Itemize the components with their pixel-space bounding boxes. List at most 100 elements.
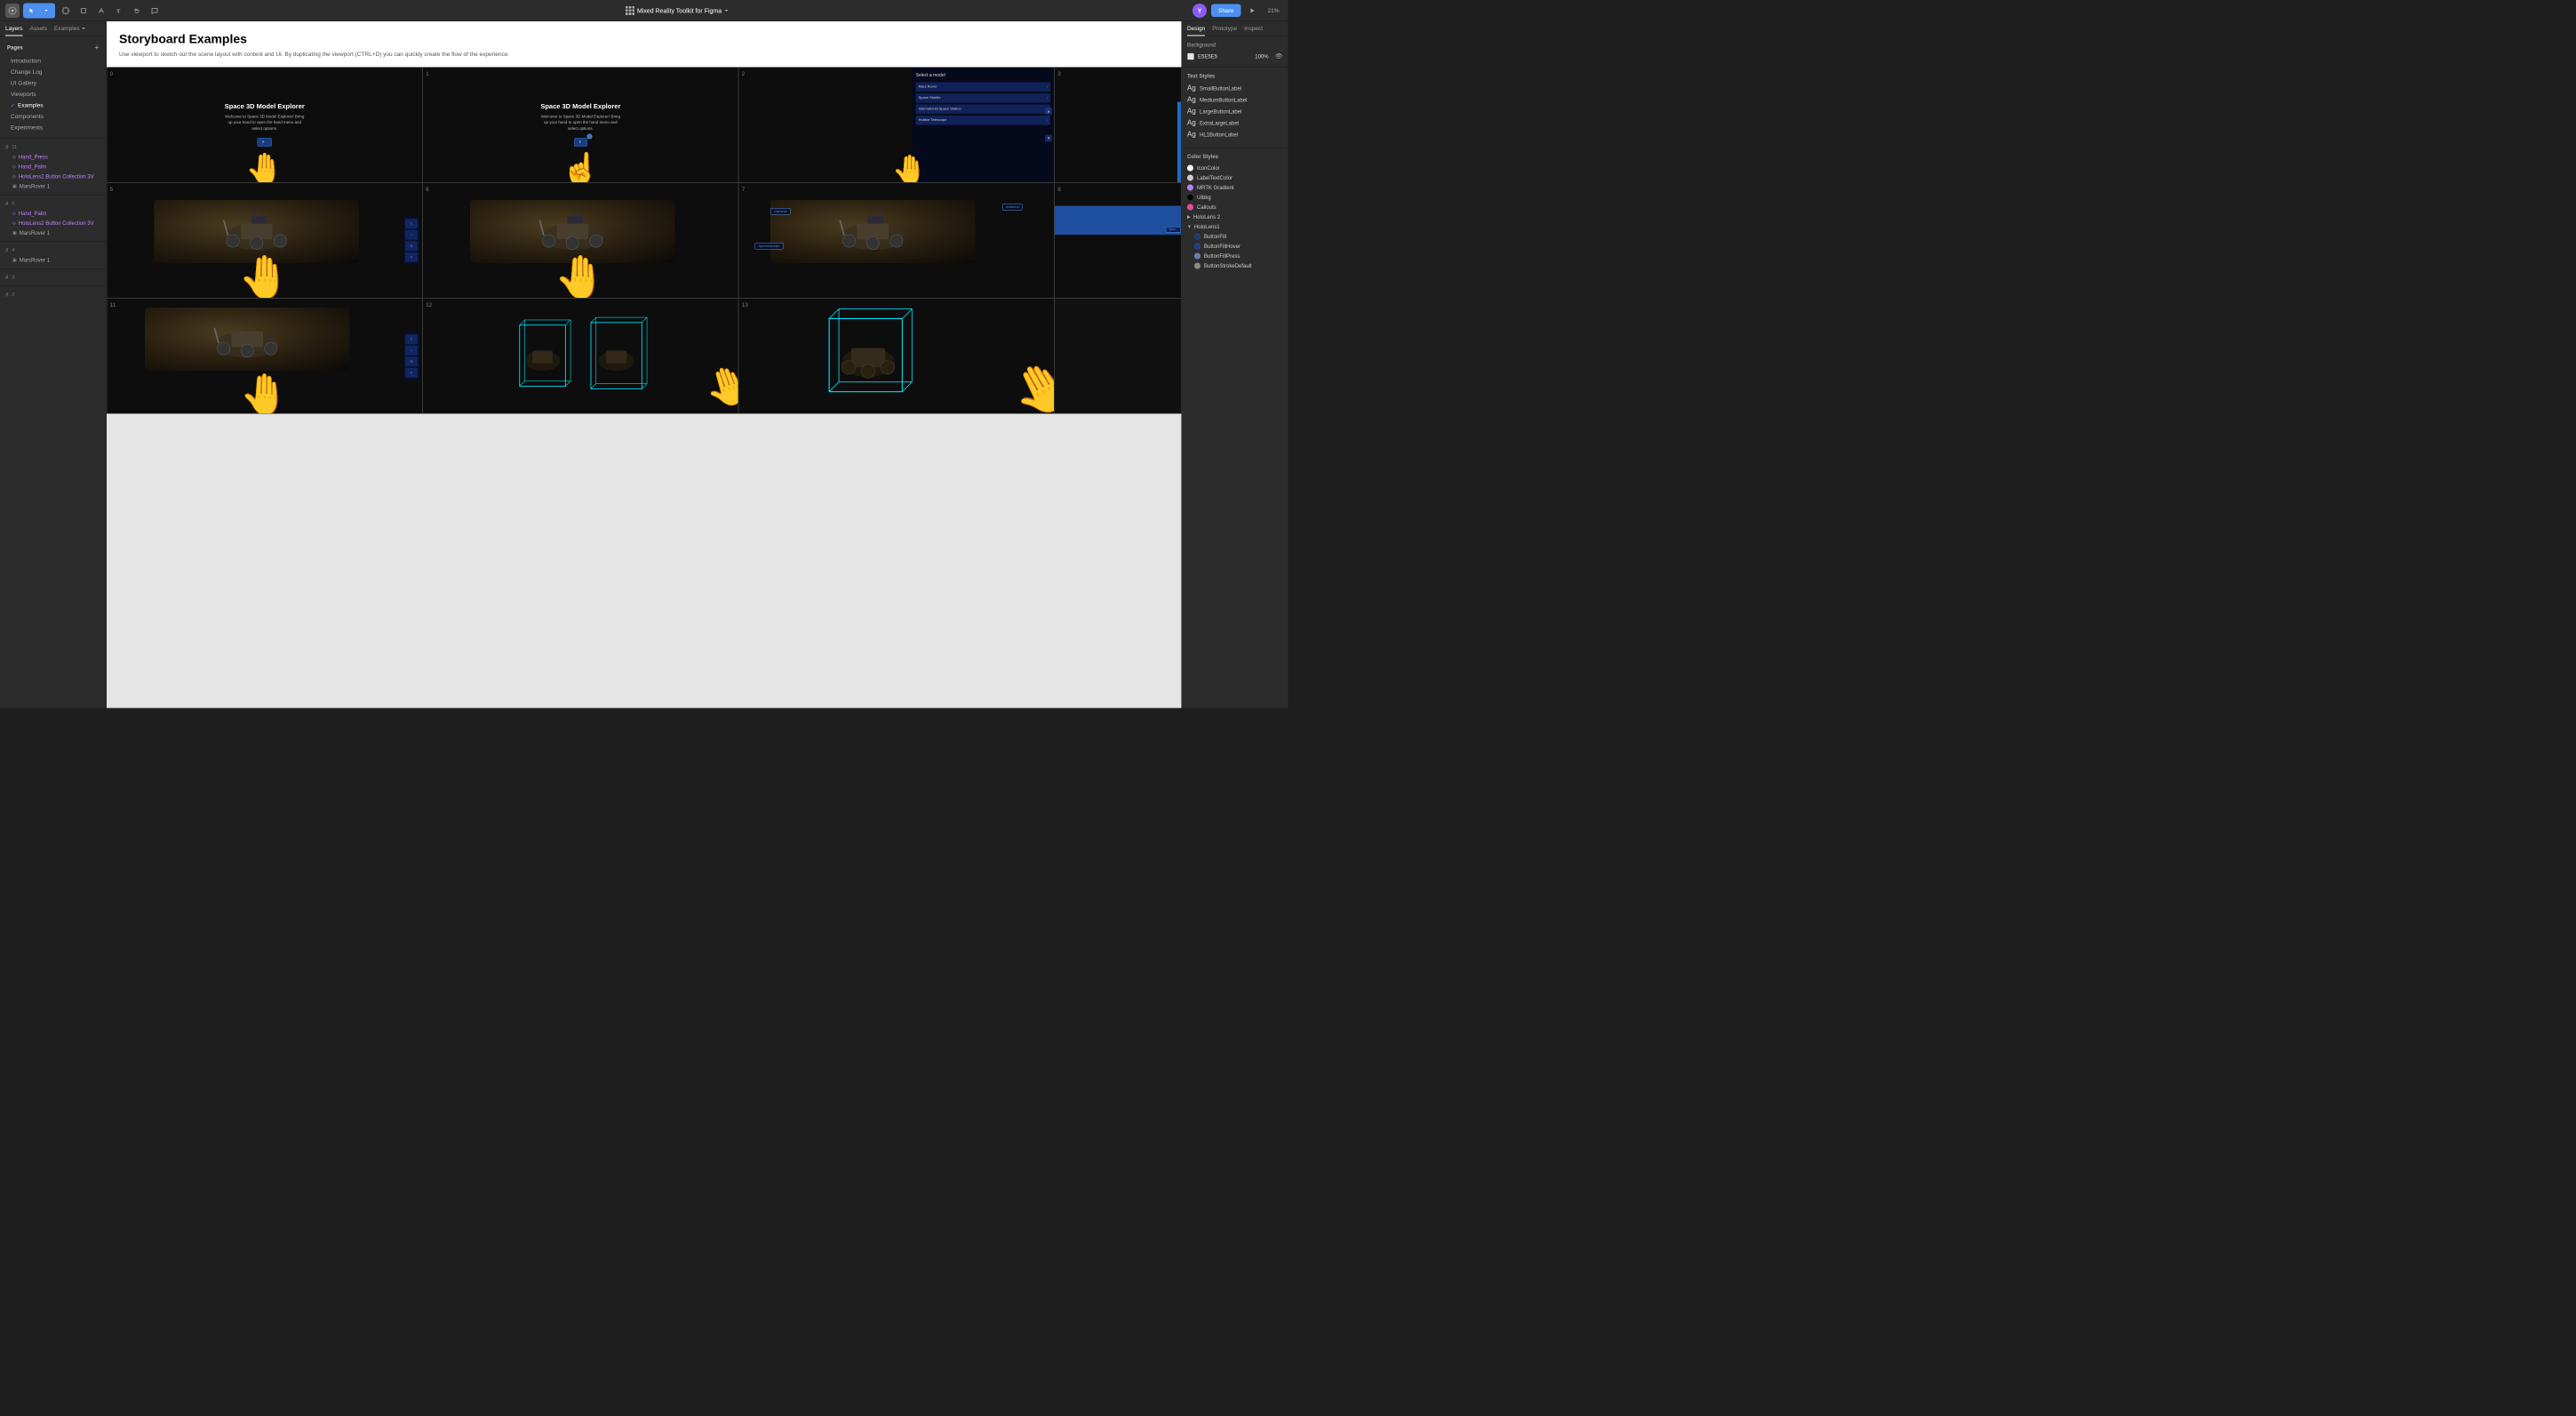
color-button-fill-press[interactable]: ButtonFillPress	[1194, 252, 1283, 261]
zoom-level[interactable]: 21%	[1264, 5, 1282, 16]
mini-btn-5-1[interactable]: ≡	[405, 219, 418, 228]
color-name-callouts: Callouts	[1197, 204, 1216, 211]
intro-button-1[interactable]	[574, 138, 587, 147]
group-arrow-2: ▶	[1187, 214, 1191, 220]
cell-number-0: 0	[110, 70, 114, 77]
cell-number-5: 5	[110, 186, 114, 193]
color-button-fill[interactable]: ButtonFill	[1194, 232, 1283, 242]
mini-btn-11-2[interactable]: ○	[405, 346, 418, 356]
style-medium-button-label[interactable]: Ag MediumButtonLabel	[1187, 94, 1283, 106]
storyboard-cell-7: 7	[738, 182, 1055, 298]
mini-btn-5-4[interactable]: ≡	[405, 252, 418, 262]
cell-number-1: 1	[426, 70, 429, 77]
shape-tool[interactable]	[76, 4, 91, 18]
color-button-stroke[interactable]: ButtonStrokeDefault	[1194, 261, 1283, 271]
page-ui-gallery[interactable]: UI Gallery	[7, 77, 100, 89]
mini-btn-5-3[interactable]: ⊕	[405, 241, 418, 251]
tab-design[interactable]: Design	[1187, 25, 1205, 36]
scroll-up-2[interactable]: ▲	[1045, 108, 1052, 115]
style-name-3: LargeButtonLabel	[1200, 108, 1241, 115]
color-callouts[interactable]: Callouts	[1187, 203, 1283, 212]
model-arrow-1: ›	[1047, 84, 1049, 90]
intro-button-0[interactable]	[258, 138, 273, 147]
layer-hand-press[interactable]: ◇ Hand_Press	[0, 152, 107, 162]
rover-svg-11	[145, 308, 349, 371]
comment-tool[interactable]	[148, 4, 162, 18]
pen-tool[interactable]	[94, 4, 108, 18]
tab-examples[interactable]: Examples	[54, 25, 86, 36]
group-name-2: HoloLens 2	[1193, 214, 1220, 220]
layer-holodlens-5[interactable]: ◇ HoloLens2 Button Collection 3V	[0, 219, 107, 228]
canvas-area[interactable]: Storyboard Examples Use viewport to sket…	[107, 21, 1182, 708]
mini-btn-11-1[interactable]: ≡	[405, 334, 418, 344]
text-tool[interactable]: T	[112, 4, 126, 18]
style-hl1-button-label[interactable]: Ag HL1ButtonLabel	[1187, 129, 1283, 140]
hash-icon-4: #	[5, 247, 8, 253]
layer-hand-palm-11[interactable]: ◇ Hand_Palm	[0, 162, 107, 172]
grid-icon	[626, 6, 634, 15]
tab-prototype[interactable]: Prototype	[1212, 25, 1237, 36]
color-label-text[interactable]: LabelTextColor	[1187, 173, 1283, 183]
frame-tool[interactable]	[59, 4, 73, 18]
layer-group-3-header: # 3	[0, 273, 107, 283]
background-label: Background	[1187, 42, 1283, 48]
page-components[interactable]: Components	[7, 111, 100, 123]
app-logo[interactable]	[5, 4, 20, 18]
right-content: Background E5E5E5 100% 👁 Text Styles Ag …	[1182, 36, 1288, 708]
color-circle-bfp	[1194, 253, 1200, 260]
divider-1	[0, 139, 107, 140]
group-holodlens2[interactable]: ▶ HoloLens 2	[1187, 212, 1283, 222]
bg-color-hex: E5E5E5	[1198, 53, 1217, 60]
model-item-1: Mars Rover ›	[916, 82, 1051, 92]
group-holodlens1-expanded: ButtonFill ButtonFillHover ButtonFillPre…	[1187, 232, 1283, 271]
play-button[interactable]	[1245, 4, 1259, 18]
style-extra-large-label[interactable]: Ag ExtraLargeLabel	[1187, 117, 1283, 129]
visibility-toggle[interactable]: 👁	[1275, 52, 1283, 60]
layer-group-2-header: # 2	[0, 290, 107, 300]
cursor-dropdown[interactable]	[40, 4, 52, 17]
pages-add-button[interactable]: +	[94, 44, 99, 52]
hand-tool[interactable]	[130, 4, 144, 18]
mini-btn-11-4[interactable]: ≡	[405, 368, 418, 378]
color-button-fill-hover[interactable]: ButtonFillHover	[1194, 242, 1283, 252]
model-item-4: Hubble Telescope ›	[916, 116, 1051, 125]
color-uibkg[interactable]: UIbkg	[1187, 193, 1283, 203]
user-avatar[interactable]: Y	[1192, 4, 1207, 18]
tab-layers[interactable]: Layers	[5, 25, 23, 36]
layer-marsrover-5[interactable]: ▣ MarsRover 1	[0, 228, 107, 238]
label-spec-8: Spec...	[1166, 227, 1181, 233]
page-viewports[interactable]: Viewports	[7, 89, 100, 100]
tab-assets[interactable]: Assets	[30, 25, 48, 36]
scene-7-bg: Camera Antenna Spectrometer	[739, 183, 1055, 298]
bg-opacity: 100%	[1255, 53, 1268, 60]
group-holodlens1[interactable]: ▼ HoloLens1	[1187, 222, 1283, 232]
style-name-5: HL1ButtonLabel	[1200, 132, 1238, 138]
color-mrtk-gradient[interactable]: MRTK Gradient	[1187, 183, 1283, 193]
share-button[interactable]: Share	[1211, 4, 1240, 18]
style-small-button-label[interactable]: Ag SmallButtonLabel	[1187, 83, 1283, 94]
layer-hand-palm-5[interactable]: ◇ Hand_Palm	[0, 209, 107, 219]
page-introduction[interactable]: Introduction	[7, 55, 100, 67]
hand-palm-5: 🤚	[238, 252, 291, 298]
mini-btn-5-2[interactable]: ○	[405, 230, 418, 240]
file-name-button[interactable]: Mixed Reality Toolkit for Figma	[621, 4, 733, 18]
mini-btn-11-3[interactable]: ⊕	[405, 356, 418, 366]
cursor-tool[interactable]	[26, 4, 38, 17]
layer-marsrover-11[interactable]: ▣ MarsRover 1	[0, 181, 107, 191]
page-experiments[interactable]: Experiments	[7, 122, 100, 133]
page-examples[interactable]: ✓ Examples	[7, 100, 100, 111]
image-icon-3: ▣	[12, 258, 17, 263]
scene-6-bg: 🤚	[423, 183, 738, 298]
hand-silhouette-2: 🤚	[892, 153, 928, 182]
layer-marsrover-4[interactable]: ▣ MarsRover 1	[0, 255, 107, 265]
tab-inspect[interactable]: Inspect	[1244, 25, 1263, 36]
page-changelog[interactable]: Change Log	[7, 67, 100, 78]
layer-holodlens-11[interactable]: ◇ HoloLens2 Button Collection 3V	[0, 172, 107, 181]
color-circle-uibkg	[1187, 195, 1193, 201]
color-icon-color[interactable]: IconColor	[1187, 164, 1283, 173]
style-large-button-label[interactable]: Ag LargeButtonLabel	[1187, 106, 1283, 117]
scroll-down-2[interactable]: ▼	[1045, 135, 1052, 142]
style-ag-icon-3: Ag	[1187, 108, 1196, 116]
bg-color-swatch[interactable]	[1187, 52, 1194, 60]
divider-4	[0, 268, 107, 269]
